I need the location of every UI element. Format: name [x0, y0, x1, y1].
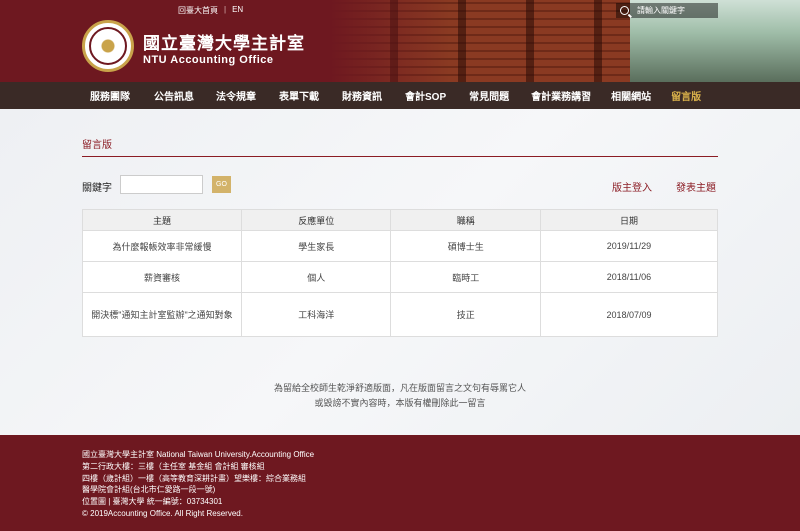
main-nav: 服務團隊 公告訊息 法令規章 表單下載 財務資訊 會計SOP 常見問題 會計業務… [0, 82, 800, 109]
notice-line-2: 或毀謗不實內容時，本版有權刪除此一留言 [314, 398, 486, 408]
footer-line: 四樓（歲計組）一樓（高等教育深耕計畫）望樂樓：綜合業務組 [82, 473, 306, 483]
site-header: 回臺大首頁 | EN 請輸入關鍵字 國立臺灣大學主計室 NTU Accounti… [0, 0, 800, 82]
post-topic-link[interactable]: 發表主題 [676, 179, 716, 194]
lang-en-link[interactable]: EN [232, 5, 243, 16]
go-button[interactable]: GO [212, 176, 231, 193]
top-links: 回臺大首頁 | EN [178, 5, 243, 16]
page-title: 留言版 [82, 140, 112, 151]
nav-item-regulations[interactable]: 法令規章 [216, 88, 256, 103]
search-input[interactable]: 請輸入關鍵字 [637, 5, 685, 16]
nav-item-finance-info[interactable]: 財務資訊 [342, 88, 382, 103]
nav-item-sop[interactable]: 會計SOP [405, 88, 446, 103]
search-icon[interactable] [620, 6, 629, 15]
keyword-label: 關鍵字 [82, 183, 112, 194]
footer-line: 醫學院會計組(台北市仁愛路一段一號) [82, 485, 216, 495]
nav-item-training[interactable]: 會計業務講習 [531, 88, 591, 103]
row-date: 2018/07/09 [539, 292, 719, 337]
table-row[interactable]: 為什麼報帳效率非常緩慢 學生家長 碩博士生 2019/11/29 [82, 230, 719, 262]
table-row[interactable]: 開決標"通知主計室監辦"之通知對象 工科海洋 技正 2018/07/09 [82, 292, 719, 337]
nav-item-related-sites[interactable]: 相關網站 [611, 88, 651, 103]
site-title[interactable]: 國立臺灣大學主計室 [143, 29, 305, 54]
col-header-title: 職稱 [390, 209, 541, 231]
ntu-logo[interactable] [82, 20, 134, 72]
row-date: 2019/11/29 [539, 230, 719, 262]
row-title: 碩博士生 [390, 230, 541, 262]
title-divider [82, 156, 718, 157]
admin-login-link[interactable]: 版主登入 [612, 179, 652, 194]
footer-line: 第二行政大樓：三樓（主任室 基金組 會計組 審核組 [82, 461, 265, 471]
notice-line-1: 為留給全校師生乾淨舒適版面，凡在版面留言之文句有辱罵它人 [273, 383, 526, 393]
row-unit: 個人 [240, 261, 392, 293]
footer-line: © 2019Accounting Office. All Right Reser… [82, 508, 243, 518]
col-header-unit: 反應單位 [240, 209, 392, 231]
site-footer: 國立臺灣大學主計室 National Taiwan University.Acc… [0, 435, 800, 531]
keyword-input[interactable] [120, 175, 203, 194]
nav-item-announcements[interactable]: 公告訊息 [154, 88, 194, 103]
col-header-date: 日期 [539, 209, 719, 231]
nav-item-service-team[interactable]: 服務團隊 [90, 88, 130, 103]
footer-line: 國立臺灣大學主計室 National Taiwan University.Acc… [82, 450, 315, 459]
row-subject[interactable]: 薪資審核 [82, 261, 242, 293]
table-row[interactable]: 薪資審核 個人 臨時工 2018/11/06 [82, 261, 719, 293]
nav-item-forms[interactable]: 表單下載 [279, 88, 319, 103]
row-unit: 工科海洋 [240, 292, 392, 337]
row-date: 2018/11/06 [539, 261, 719, 293]
home-link[interactable]: 回臺大首頁 [178, 5, 218, 16]
footer-line[interactable]: 位置圖 | 臺灣大學 統一編號：03734301 [82, 496, 800, 508]
message-table: 主題 反應單位 職稱 日期 為什麼報帳效率非常緩慢 學生家長 碩博士生 2019… [82, 209, 719, 337]
row-unit: 學生家長 [240, 230, 392, 262]
row-title: 技正 [390, 292, 541, 337]
row-subject[interactable]: 為什麼報帳效率非常緩慢 [82, 230, 242, 262]
main-content: 留言版 關鍵字 GO 版主登入 發表主題 主題 反應單位 職稱 日期 為什麼報帳… [0, 109, 800, 435]
site-subtitle: NTU Accounting Office [143, 54, 274, 66]
search-box[interactable]: 請輸入關鍵字 [616, 3, 718, 18]
nav-item-faq[interactable]: 常見問題 [469, 88, 509, 103]
divider: | [224, 5, 227, 14]
col-header-subject: 主題 [82, 209, 242, 231]
nav-item-guestbook[interactable]: 留言版 [671, 88, 701, 103]
row-title: 臨時工 [390, 261, 541, 293]
row-subject[interactable]: 開決標"通知主計室監辦"之通知對象 [82, 292, 242, 337]
